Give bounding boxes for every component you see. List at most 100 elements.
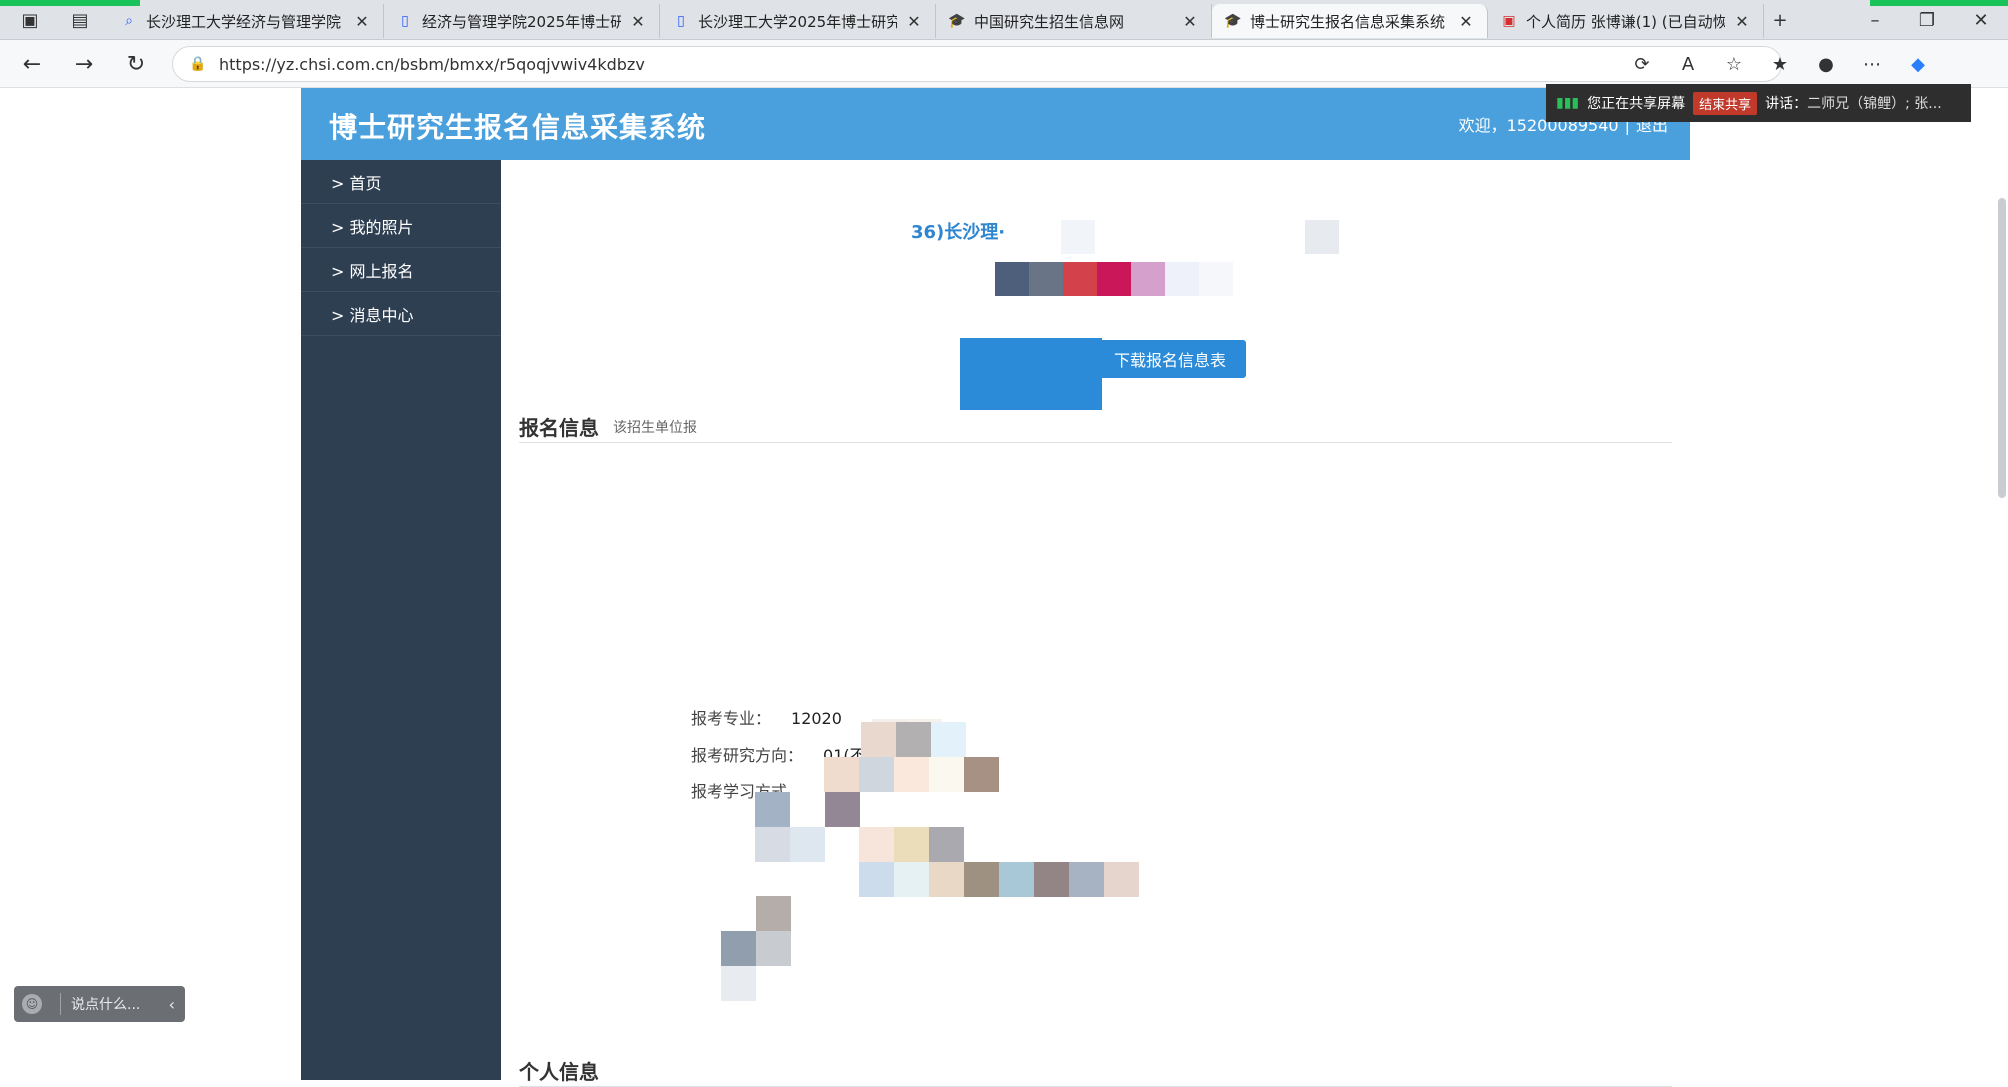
- tab-title: 长沙理工大学2025年博士研究生: [698, 12, 897, 31]
- tab-csust-economics[interactable]: ⌕ 长沙理工大学经济与管理学院 - E ✕: [108, 4, 384, 38]
- close-icon[interactable]: ✕: [353, 12, 371, 31]
- redacted-block: [825, 792, 860, 827]
- redacted-block: [1034, 862, 1069, 897]
- field-major: 报考专业： 12020: [691, 705, 842, 729]
- tab-csust-2025[interactable]: ▯ 长沙理工大学2025年博士研究生 ✕: [660, 4, 936, 38]
- refresh-icon[interactable]: ↻: [122, 50, 150, 78]
- redacted-block: [1104, 862, 1139, 897]
- separator: [60, 993, 61, 1015]
- redacted-block: [721, 966, 756, 1001]
- redacted-block: [894, 757, 929, 792]
- new-tab-icon[interactable]: +: [1768, 8, 1792, 32]
- redacted-block: [859, 827, 894, 862]
- browser-actions: ⟳ A ☆ ★ ● ⋯ ◆: [1630, 46, 1930, 82]
- scrollbar[interactable]: [1998, 198, 2006, 498]
- redacted-block: [824, 757, 859, 792]
- sidebar-item-my-photo[interactable]: > 我的照片: [301, 204, 501, 248]
- redacted-block: [931, 722, 966, 757]
- redacted-block: [964, 862, 999, 897]
- favorite-star-icon[interactable]: ☆: [1722, 52, 1746, 76]
- redacted-block: [896, 722, 931, 757]
- tab-title: 长沙理工大学经济与管理学院 - E: [146, 12, 345, 31]
- redacted-block: [790, 827, 825, 862]
- field-label: 报考专业：: [691, 709, 772, 728]
- close-window-button[interactable]: ✕: [1966, 6, 1996, 34]
- back-icon[interactable]: ←: [18, 50, 46, 78]
- redacted-block: [894, 827, 929, 862]
- close-icon[interactable]: ✕: [629, 12, 647, 31]
- mortarboard-icon: 🎓: [948, 13, 966, 29]
- url-input[interactable]: 🔒 https://yz.chsi.com.cn/bsbm/bmxx/r5qoq…: [172, 46, 1782, 82]
- redacted-block: [859, 757, 894, 792]
- field-value: 12020: [791, 709, 842, 728]
- tab-phd-registration[interactable]: 🎓 博士研究生报名信息采集系统 ✕: [1212, 4, 1488, 38]
- speaker-name: 二师兄（锦鲤）; 张...: [1807, 96, 1942, 112]
- redacted-block: [929, 757, 964, 792]
- tab-actions-icon[interactable]: ▤: [68, 8, 92, 32]
- redacted-block: [929, 827, 964, 862]
- tab-title: 经济与管理学院2025年博士研究: [422, 12, 621, 31]
- forward-icon[interactable]: →: [70, 50, 98, 78]
- search-icon: ⌕: [125, 13, 133, 29]
- chat-placeholder: 说点什么...: [71, 997, 141, 1013]
- page-icon: ▯: [677, 13, 685, 29]
- sidebar-item-message-center[interactable]: > 消息中心: [301, 292, 501, 336]
- redacted-block: [1061, 220, 1095, 254]
- redacted-block: [999, 862, 1034, 897]
- profile-icon[interactable]: ●: [1814, 52, 1838, 76]
- url-text: https://yz.chsi.com.cn/bsbm/bmxx/r5qoqjv…: [219, 54, 645, 74]
- redacted-block: [756, 896, 791, 931]
- copilot-icon[interactable]: ◆: [1906, 52, 1930, 76]
- restore-button[interactable]: ❐: [1912, 6, 1942, 34]
- close-icon[interactable]: ✕: [905, 12, 923, 31]
- sidebar: > 首页 > 我的照片 > 网上报名 > 消息中心: [301, 160, 501, 1080]
- pdf-icon: ▣: [1502, 13, 1516, 29]
- close-icon[interactable]: ✕: [1181, 12, 1199, 31]
- workspaces-icon[interactable]: ▣: [18, 8, 42, 32]
- tab-title: 中国研究生招生信息网: [974, 12, 1125, 31]
- tab-economics-2025[interactable]: ▯ 经济与管理学院2025年博士研究 ✕: [384, 4, 660, 38]
- redacted-block: [861, 722, 896, 757]
- download-registration-form-button[interactable]: 下载报名信息表: [1094, 340, 1246, 378]
- main-panel: 36)长沙理· 下载报名信息表 报名信息 该招生单位报 报考专业： 12020 报…: [519, 160, 1672, 1087]
- redacted-block: [964, 757, 999, 792]
- close-icon[interactable]: ✕: [1733, 12, 1751, 31]
- registration-section-title: 报名信息: [519, 416, 599, 440]
- tab-chsi[interactable]: 🎓 中国研究生招生信息网 ✕: [936, 4, 1212, 38]
- more-menu-icon[interactable]: ⋯: [1860, 52, 1884, 76]
- close-icon[interactable]: ✕: [1457, 12, 1475, 31]
- redacted-block: [859, 862, 894, 897]
- school-name: 36)长沙理·: [911, 222, 1006, 243]
- chevron-left-icon[interactable]: ‹: [169, 995, 175, 1014]
- tab-resume-pdf[interactable]: ▣ 个人简历 张博谦(1) (已自动恢复 ✕: [1488, 4, 1764, 38]
- redacted-block: [755, 827, 790, 862]
- smile-icon[interactable]: ☺: [22, 994, 42, 1014]
- personal-section-title: 个人信息: [519, 1060, 599, 1084]
- welcome-prefix: 欢迎，: [1458, 116, 1507, 135]
- tab-title: 博士研究生报名信息采集系统: [1250, 12, 1446, 31]
- sidebar-item-home[interactable]: > 首页: [301, 160, 501, 204]
- redacted-block: [960, 338, 1102, 410]
- redacted-block: [1305, 220, 1339, 254]
- page-content: 博士研究生报名信息采集系统 欢迎，15200089540 | 退出 ▮▮▮ 您正在共…: [0, 84, 2008, 1087]
- screen-share-bar: ▮▮▮ 您正在共享屏幕 结束共享 讲话： 二师兄（锦鲤）; 张...: [1546, 84, 1971, 122]
- redacted-block: [1069, 862, 1104, 897]
- read-aloud-icon[interactable]: A: [1676, 52, 1700, 76]
- redacted-block: [929, 862, 964, 897]
- minimize-button[interactable]: –: [1860, 6, 1890, 34]
- sidebar-item-online-registration[interactable]: > 网上报名: [301, 248, 501, 292]
- address-bar: ← → ↻ 🔒 https://yz.chsi.com.cn/bsbm/bmxx…: [0, 40, 2008, 88]
- redacted-block: [756, 931, 791, 966]
- site-header: 博士研究生报名信息采集系统 欢迎，15200089540 | 退出: [301, 88, 1690, 160]
- favorites-list-icon[interactable]: ★: [1768, 52, 1792, 76]
- mortarboard-icon: 🎓: [1224, 13, 1242, 29]
- share-status: 您正在共享屏幕: [1587, 96, 1686, 112]
- chat-input-pill[interactable]: ☺ 说点什么... ‹: [14, 986, 185, 1022]
- speaking-label: 讲话：: [1765, 96, 1808, 112]
- translate-icon[interactable]: ⟳: [1630, 52, 1654, 76]
- redacted-block: [755, 792, 790, 827]
- section-divider: [519, 442, 1672, 443]
- redacted-block: [721, 931, 756, 966]
- site-title: 博士研究生报名信息采集系统: [329, 111, 707, 144]
- end-share-button[interactable]: 结束共享: [1693, 91, 1758, 115]
